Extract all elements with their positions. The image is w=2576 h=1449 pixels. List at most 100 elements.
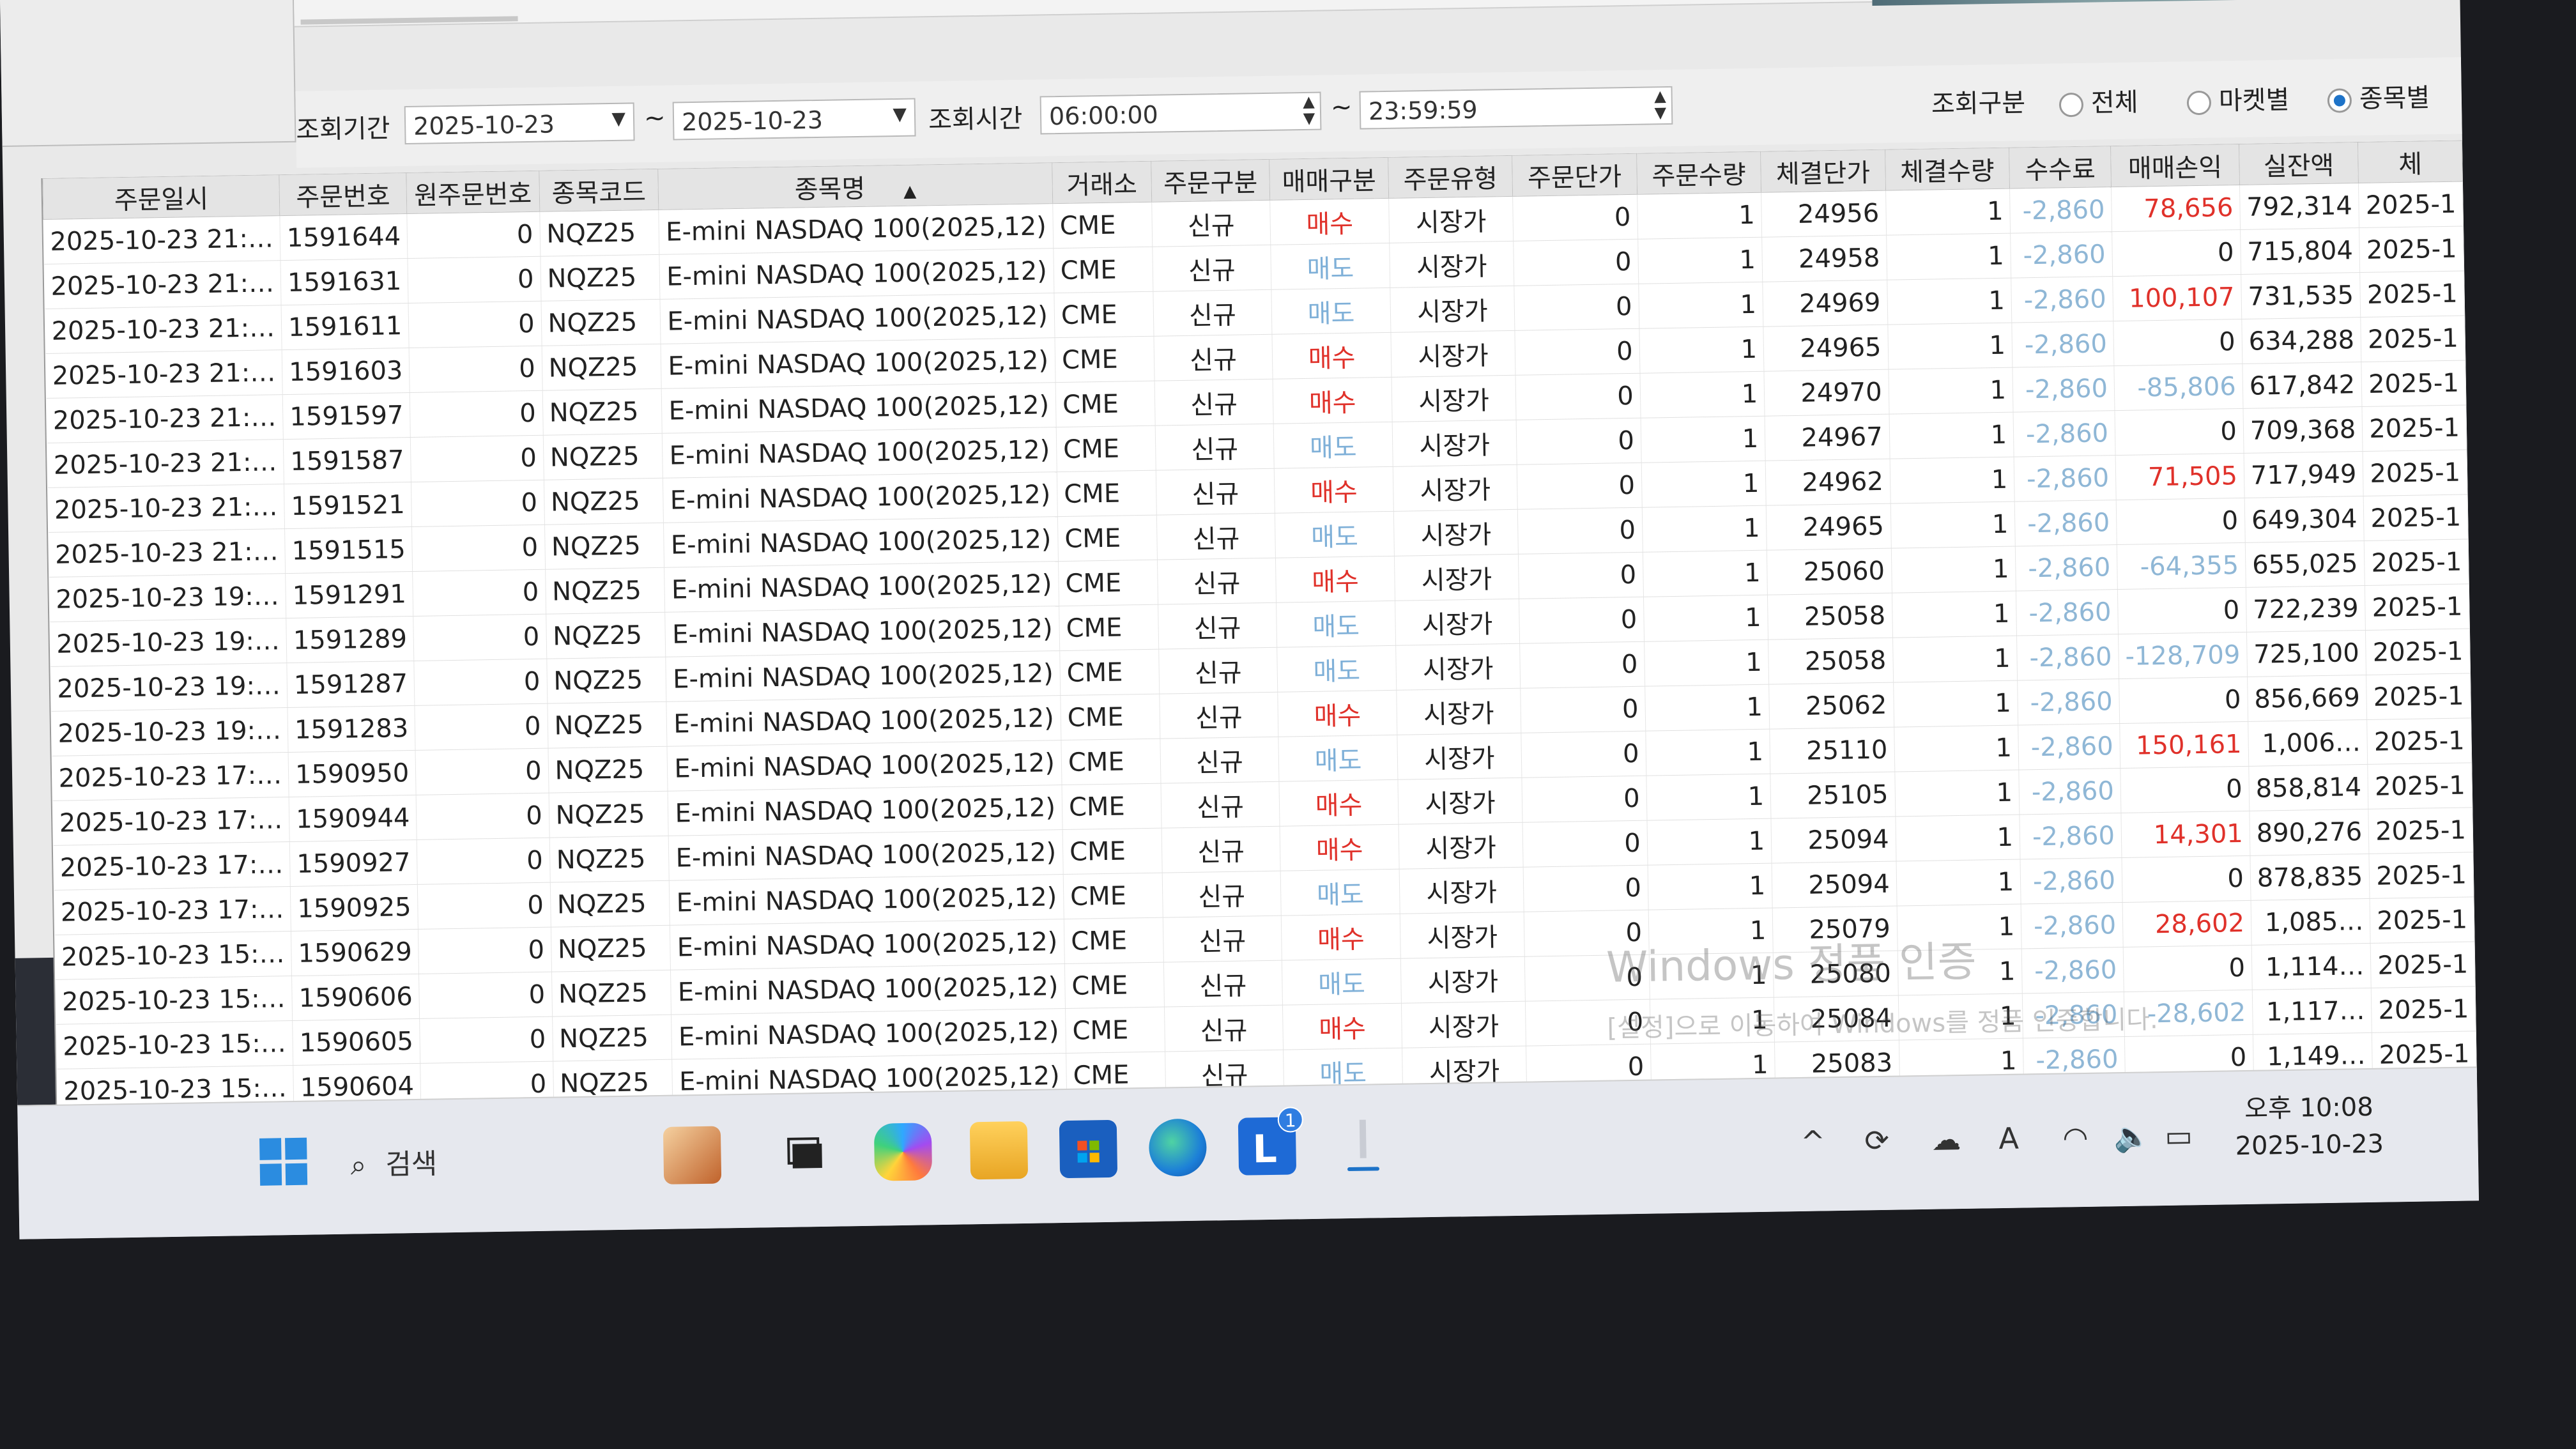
- column-header[interactable]: 종목코드: [539, 169, 659, 212]
- table-cell: 1591597: [282, 392, 411, 440]
- column-header[interactable]: 매매손익: [2110, 144, 2240, 187]
- table-cell: CME: [1054, 336, 1154, 383]
- table-cell: 24969: [1762, 280, 1888, 327]
- table-cell: CME: [1062, 828, 1162, 875]
- time-from-spinner[interactable]: 06:00:00 ▲ ▼: [1039, 91, 1322, 135]
- column-header[interactable]: 체결단가: [1760, 150, 1886, 193]
- table-cell: 1: [1643, 595, 1768, 642]
- table-cell: 1591289: [286, 616, 415, 663]
- table-cell: 878,835: [2250, 854, 2370, 901]
- column-header[interactable]: 주문유형: [1388, 155, 1513, 199]
- table-cell: -2,860: [2014, 455, 2117, 502]
- wifi-icon[interactable]: ◠: [2062, 1120, 2089, 1155]
- table-cell: 매수: [1282, 1003, 1402, 1050]
- radio-by-market-label: 마켓별: [2218, 85, 2290, 116]
- table-cell: 0: [2112, 229, 2241, 277]
- table-cell: E-mini NASDAQ 100(2025,12): [661, 337, 1056, 389]
- table-cell: 0: [415, 703, 548, 751]
- column-header[interactable]: 주문구분: [1151, 159, 1270, 203]
- column-header[interactable]: 실잔액: [2239, 142, 2359, 185]
- left-panel: [0, 0, 296, 147]
- spinner-arrows-icon[interactable]: ▲ ▼: [1654, 87, 1666, 121]
- table-cell: CME: [1060, 694, 1160, 740]
- radio-by-market[interactable]: 마켓별: [2186, 79, 2290, 118]
- table-cell: 0: [1521, 731, 1646, 778]
- table-cell: 신규: [1158, 602, 1277, 650]
- table-cell: 시장가: [1390, 330, 1516, 378]
- table-cell: 매도: [1271, 288, 1391, 335]
- table-cell: 2025-1: [2363, 449, 2468, 496]
- sort-ascending-icon[interactable]: ▲: [903, 181, 916, 201]
- table-cell: 0: [1515, 373, 1641, 420]
- column-header[interactable]: 거래소: [1052, 161, 1152, 204]
- table-cell: 2025-1: [2359, 226, 2464, 273]
- chevron-up-icon[interactable]: ^: [1800, 1124, 1825, 1159]
- column-header[interactable]: 주문번호: [279, 172, 408, 216]
- table-cell: -2,860: [2017, 678, 2120, 726]
- toolbar-tab[interactable]: [300, 16, 518, 25]
- widgets-icon[interactable]: [663, 1126, 722, 1184]
- column-header[interactable]: 주문단가: [1512, 153, 1637, 197]
- windows-start-icon[interactable]: [254, 1133, 312, 1191]
- table-cell: 2025-1: [2369, 852, 2474, 899]
- cloud-icon[interactable]: ☁: [1931, 1122, 1961, 1157]
- table-cell: 1: [1646, 774, 1772, 821]
- table-cell: E-mini NASDAQ 100(2025,12): [671, 1008, 1066, 1060]
- table-cell: 0: [1520, 686, 1646, 733]
- table-cell: 1: [1637, 237, 1763, 284]
- radio-by-symbol[interactable]: 종목별: [2327, 77, 2430, 116]
- time-to-spinner[interactable]: 23:59:59 ▲ ▼: [1359, 86, 1673, 130]
- radio-all[interactable]: 전체: [2058, 81, 2138, 119]
- dropdown-arrow-icon[interactable]: ▼: [893, 103, 907, 125]
- table-cell: 신규: [1156, 513, 1276, 560]
- radio-by-symbol-circle[interactable]: [2327, 88, 2352, 113]
- battery-icon[interactable]: ▭: [2165, 1118, 2193, 1153]
- task-view-icon[interactable]: [778, 1124, 836, 1183]
- dropdown-arrow-icon[interactable]: ▼: [611, 108, 625, 129]
- column-header[interactable]: 체결수량: [1885, 148, 2010, 191]
- file-explorer-icon[interactable]: [969, 1121, 1029, 1180]
- active-app-icon[interactable]: [1334, 1116, 1392, 1174]
- clock-date: 2025-10-23: [2235, 1129, 2384, 1162]
- table-cell: 매수: [1275, 556, 1395, 603]
- column-header[interactable]: 종목명 ▲: [658, 162, 1053, 210]
- speaker-icon[interactable]: 🔈: [2113, 1119, 2150, 1154]
- column-header[interactable]: 주문일시: [42, 174, 280, 220]
- app-l-icon[interactable]: L 1: [1238, 1107, 1304, 1176]
- taskbar-clock[interactable]: 오후 10:08 2025-10-23: [2234, 1089, 2384, 1165]
- edge-icon[interactable]: [1148, 1118, 1208, 1177]
- radio-all-label: 전체: [2090, 88, 2138, 118]
- table-cell: 매도: [1275, 511, 1395, 558]
- column-header[interactable]: 수수료: [2009, 146, 2112, 189]
- table-cell: 2025-10-23 21:…: [43, 215, 281, 264]
- date-from-combo[interactable]: 2025-10-23 ▼: [404, 102, 635, 145]
- table-cell: -128,709: [2118, 632, 2248, 679]
- input-language-icon[interactable]: A: [1998, 1121, 2019, 1156]
- table-cell: 매도: [1280, 869, 1400, 916]
- table-cell: 1: [1890, 546, 2016, 594]
- table-cell: 신규: [1154, 379, 1274, 426]
- sync-icon[interactable]: ⟳: [1864, 1123, 1889, 1158]
- table-cell: 1,006…: [2248, 719, 2368, 767]
- table-cell: 1: [1895, 815, 2021, 862]
- date-to-combo[interactable]: 2025-10-23 ▼: [672, 98, 916, 141]
- table-cell: 1591283: [288, 705, 416, 753]
- microsoft-store-icon[interactable]: [1059, 1119, 1118, 1179]
- radio-by-market-circle[interactable]: [2186, 90, 2212, 116]
- column-header[interactable]: 매매구분: [1269, 157, 1389, 201]
- taskbar-search[interactable]: ⌕ 검색: [337, 1129, 606, 1188]
- table-cell: 시장가: [1396, 688, 1522, 735]
- table-cell: 25094: [1771, 816, 1896, 864]
- table-cell: -2,860: [2011, 321, 2114, 368]
- table-cell: 0: [410, 390, 543, 438]
- table-cell: -64,355: [2117, 542, 2246, 590]
- column-header[interactable]: 체: [2358, 141, 2463, 183]
- table-cell: 1: [1637, 192, 1762, 240]
- spinner-arrows-icon[interactable]: ▲ ▼: [1303, 93, 1315, 127]
- column-header[interactable]: 원주문번호: [406, 171, 540, 214]
- copilot-icon[interactable]: [873, 1123, 933, 1181]
- table-cell: NQZ25: [541, 344, 662, 391]
- column-header[interactable]: 주문수량: [1636, 151, 1761, 195]
- table-cell: 725,100: [2246, 630, 2366, 677]
- radio-all-circle[interactable]: [2058, 92, 2084, 118]
